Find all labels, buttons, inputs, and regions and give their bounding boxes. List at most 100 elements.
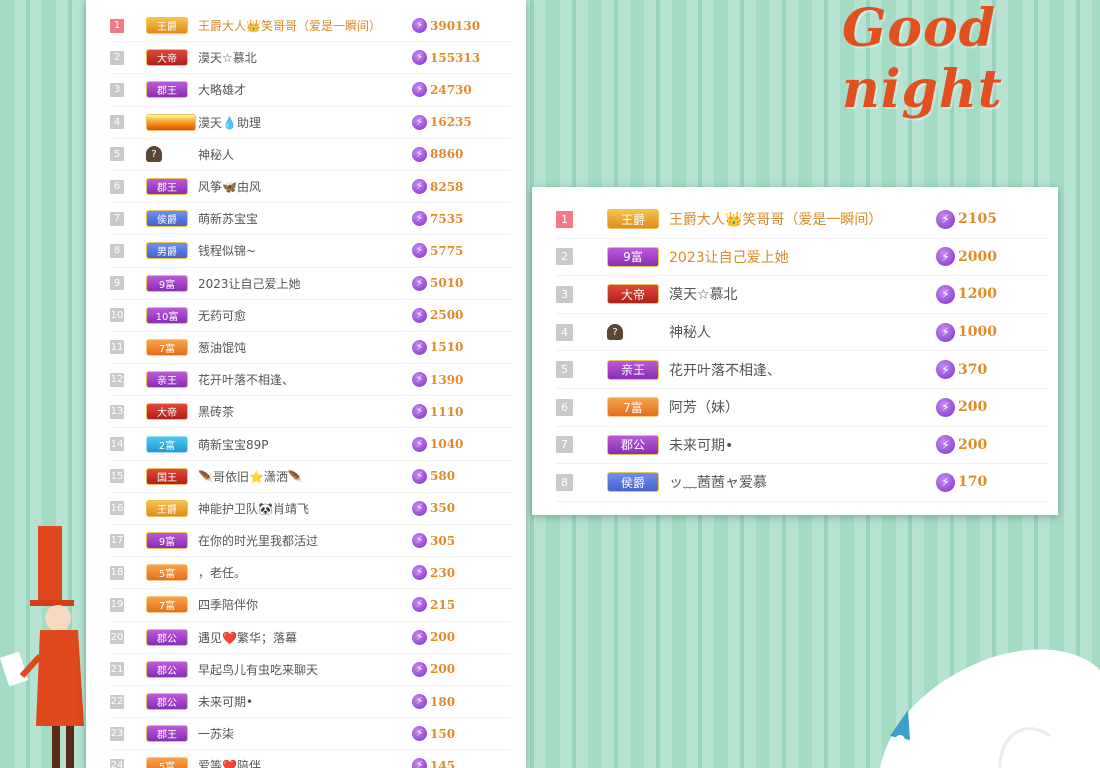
score-value: 200: [430, 662, 456, 677]
ranking-row[interactable]: 15 国王 🪶哥依旧⭐潇洒🪶 ⚡ 580: [110, 461, 510, 493]
ranking-row[interactable]: 22 郡公 未来可期• ⚡ 180: [110, 686, 510, 719]
score-value: 24730: [430, 82, 472, 97]
rank-number: 1: [110, 18, 124, 33]
ranking-row[interactable]: 3 大帝 漠天☆慕北 ⚡ 1200: [556, 276, 1048, 314]
user-name[interactable]: 王爵大人👑笑哥哥（爱是一瞬间）: [194, 17, 412, 34]
ranking-row[interactable]: 1 王爵 王爵大人👑笑哥哥（爱是一瞬间） ⚡ 390130: [110, 10, 510, 43]
user-name[interactable]: 黑砖茶: [194, 403, 412, 420]
user-name[interactable]: 阿芳（妹）: [665, 397, 936, 417]
user-name[interactable]: 在你的时光里我都活过: [194, 532, 412, 549]
badge-slot: 王爵: [607, 209, 665, 230]
ranking-row[interactable]: 7 侯爵 萌新苏宝宝 ⚡ 7535: [110, 203, 510, 236]
user-name[interactable]: ，老任。: [194, 564, 412, 581]
title-badge: 大帝: [146, 49, 188, 67]
rank-number: 23: [110, 726, 124, 741]
ranking-row[interactable]: 6 郡王 风筝🦋由风 ⚡ 8258: [110, 171, 510, 204]
lightning-coin-icon: ⚡: [412, 565, 427, 581]
title-badge: 郡公: [146, 660, 188, 678]
user-name[interactable]: 神能护卫队🐼肖靖飞: [194, 500, 412, 517]
user-name[interactable]: 无药可愈: [194, 307, 412, 324]
lightning-coin-icon: ⚡: [412, 275, 427, 291]
rank-number: 5: [110, 147, 124, 162]
user-name[interactable]: 遇见❤️繁华；落幕: [194, 629, 412, 646]
user-name[interactable]: 一苏柒: [194, 725, 412, 742]
user-name[interactable]: 王爵大人👑笑哥哥（爱是一瞬间）: [665, 209, 936, 229]
title-badge: 大帝: [607, 284, 659, 305]
score-cell: ⚡ 155313: [412, 50, 510, 66]
ranking-row[interactable]: 3 郡王 大略雄才 ⚡ 24730: [110, 74, 510, 107]
ranking-row[interactable]: 16 王爵 神能护卫队🐼肖靖飞 ⚡ 350: [110, 493, 510, 525]
ranking-row[interactable]: 1 王爵 王爵大人👑笑哥哥（爱是一瞬间） ⚡ 2105: [556, 201, 1048, 239]
score-value: 200: [958, 399, 988, 416]
ranking-row[interactable]: 13 大帝 黑砖茶 ⚡ 1110: [110, 396, 510, 429]
title-badge: 7富: [607, 397, 659, 418]
user-name[interactable]: 钱程似锦~: [194, 242, 412, 259]
ranking-row[interactable]: 9 9富 2023让自己爱上她 ⚡ 5010: [110, 268, 510, 300]
ranking-row[interactable]: 4 ? 神秘人 ⚡ 1000: [556, 314, 1048, 352]
score-value: 150: [430, 726, 456, 741]
user-name[interactable]: 花开叶落不相逢、: [665, 360, 936, 380]
user-name[interactable]: 漠天☆慕北: [665, 284, 936, 304]
badge-slot: 大帝: [146, 49, 194, 67]
title-badge: 亲王: [146, 371, 188, 389]
score-value: 7535: [430, 211, 464, 226]
ranking-row[interactable]: 5 亲王 花开叶落不相逢、 ⚡ 370: [556, 351, 1048, 389]
lightning-coin-icon: ⚡: [936, 397, 955, 417]
ranking-row[interactable]: 2 大帝 漠天☆慕北 ⚡ 155313: [110, 42, 510, 75]
user-name[interactable]: ッ﹏莤莤ャ爱慕: [665, 472, 936, 492]
user-name[interactable]: 早起鸟儿有虫吃来聊天: [194, 661, 412, 678]
badge-slot: 9富: [607, 246, 665, 267]
ranking-row[interactable]: 6 7富 阿芳（妹） ⚡ 200: [556, 389, 1048, 427]
score-value: 145: [430, 758, 456, 768]
user-name[interactable]: 萌新苏宝宝: [194, 210, 412, 227]
user-name[interactable]: 大略雄才: [194, 81, 412, 98]
ranking-row[interactable]: 8 侯爵 ッ﹏莤莤ャ爱慕 ⚡ 170: [556, 464, 1048, 502]
ranking-row[interactable]: 8 男爵 钱程似锦~ ⚡ 5775: [110, 235, 510, 268]
ranking-row[interactable]: 24 5富 爱等❤️陪伴 ⚡ 145: [110, 750, 510, 768]
user-name[interactable]: 神秘人: [194, 146, 412, 163]
rank-number: 6: [110, 179, 124, 194]
user-name[interactable]: 未来可期•: [665, 435, 936, 455]
user-name[interactable]: 漠天☆慕北: [194, 49, 412, 66]
badge-slot: 7富: [607, 397, 665, 418]
badge-slot: 侯爵: [146, 210, 194, 228]
lightning-coin-icon: ⚡: [412, 339, 427, 355]
ranking-row[interactable]: 12 亲王 花开叶落不相逢、 ⚡ 1390: [110, 364, 510, 397]
ranking-row[interactable]: 18 5富 ，老任。 ⚡ 230: [110, 557, 510, 590]
lightning-coin-icon: ⚡: [412, 629, 427, 645]
ranking-row[interactable]: 10 10富 无药可愈 ⚡ 2500: [110, 300, 510, 332]
ranking-row[interactable]: 4 漠天💧助理 ⚡ 16235: [110, 107, 510, 139]
ranking-row[interactable]: 21 郡公 早起鸟儿有虫吃来聊天 ⚡ 200: [110, 654, 510, 686]
user-name[interactable]: 🪶哥依旧⭐潇洒🪶: [194, 468, 412, 485]
score-value: 1200: [958, 286, 997, 303]
ranking-row[interactable]: 20 郡公 遇见❤️繁华；落幕 ⚡ 200: [110, 622, 510, 654]
ranking-row[interactable]: 7 郡公 未来可期• ⚡ 200: [556, 427, 1048, 465]
user-name[interactable]: 爱等❤️陪伴: [194, 757, 412, 768]
ranking-row[interactable]: 14 2富 萌新宝宝89P ⚡ 1040: [110, 428, 510, 461]
mystery-person-icon: ?: [607, 324, 623, 341]
lightning-coin-icon: ⚡: [412, 18, 427, 34]
ranking-row[interactable]: 17 9富 在你的时光里我都活过 ⚡ 305: [110, 525, 510, 558]
ranking-row[interactable]: 23 郡王 一苏柒 ⚡ 150: [110, 718, 510, 751]
ranking-row[interactable]: 11 7富 葱油馄饨 ⚡ 1510: [110, 332, 510, 365]
user-name[interactable]: 2023让自己爱上她: [665, 247, 936, 267]
rank-number: 16: [110, 501, 124, 516]
user-name[interactable]: 萌新宝宝89P: [194, 436, 412, 453]
ranking-row[interactable]: 5 ? 神秘人 ⚡ 8860: [110, 139, 510, 171]
rank-number: 13: [110, 404, 124, 419]
badge-slot: 郡公: [146, 628, 194, 646]
title-badge: 郡公: [146, 693, 188, 711]
user-name[interactable]: 未来可期•: [194, 693, 412, 710]
ranking-row[interactable]: 19 7富 四季陪伴你 ⚡ 215: [110, 589, 510, 622]
user-name[interactable]: 葱油馄饨: [194, 339, 412, 356]
user-name[interactable]: 花开叶落不相逢、: [194, 371, 412, 388]
rank-number: 2: [556, 248, 573, 266]
user-name[interactable]: 风筝🦋由风: [194, 178, 412, 195]
user-name[interactable]: 四季陪伴你: [194, 596, 412, 613]
score-cell: ⚡ 170: [936, 472, 1048, 492]
ranking-row[interactable]: 2 9富 2023让自己爱上她 ⚡ 2000: [556, 239, 1048, 277]
badge-slot: 5富: [146, 564, 194, 582]
user-name[interactable]: 神秘人: [665, 322, 936, 342]
user-name[interactable]: 2023让自己爱上她: [194, 275, 412, 292]
user-name[interactable]: 漠天💧助理: [194, 114, 412, 131]
